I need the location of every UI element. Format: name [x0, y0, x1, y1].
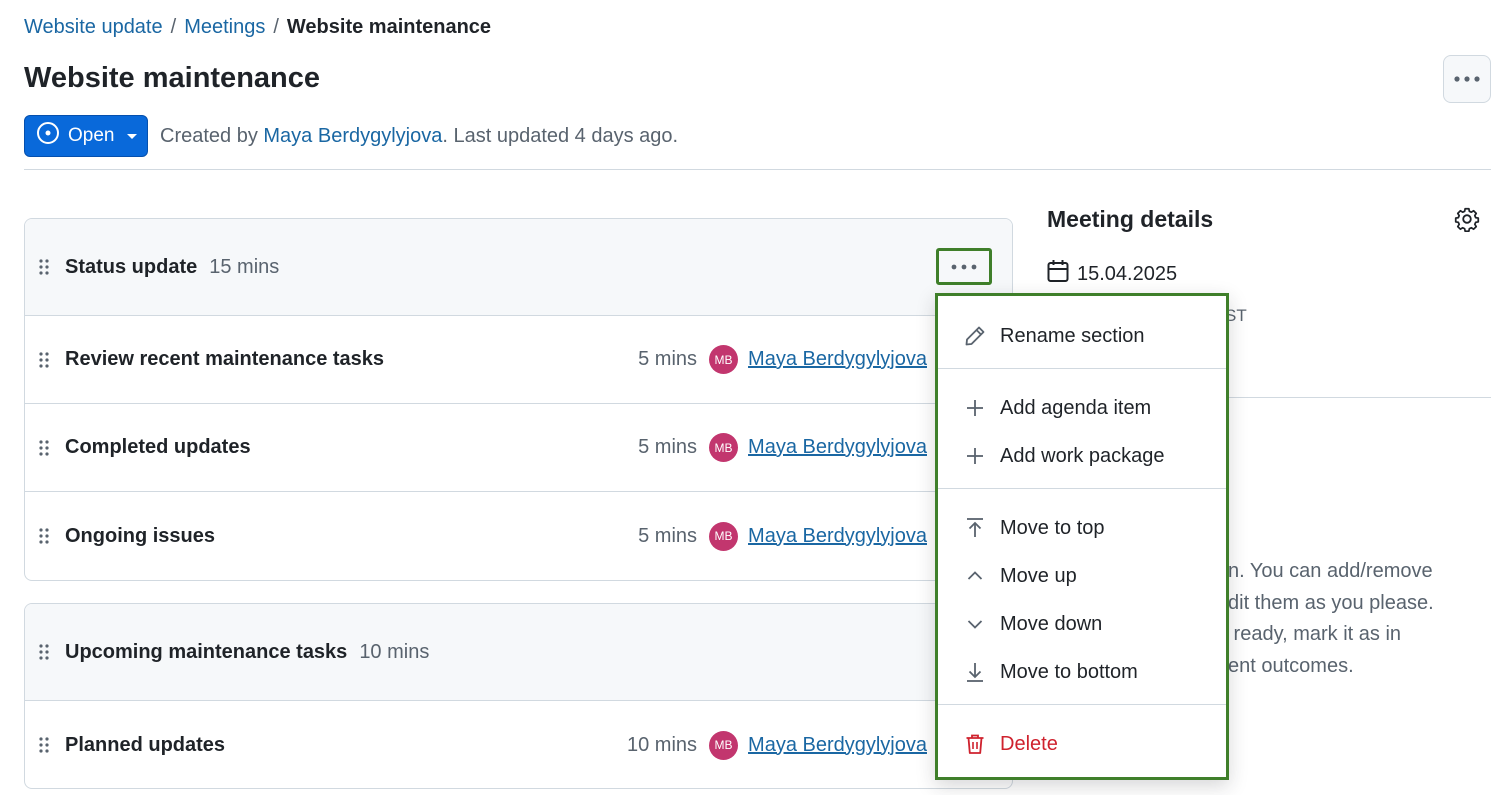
drag-handle-icon[interactable]	[35, 257, 53, 277]
header-divider	[24, 169, 1491, 170]
drag-handle-icon[interactable]	[35, 735, 53, 755]
agenda-item-duration: 5 mins	[638, 436, 698, 458]
caret-down-icon	[126, 125, 138, 147]
meta-prefix: Created by	[160, 125, 264, 147]
meeting-details-title: Meeting details	[1047, 206, 1214, 232]
breadcrumb-link-project[interactable]: Website update	[24, 16, 163, 39]
sidebar-help-text: n. You can add/remove dit them as you pl…	[1228, 560, 1434, 677]
section-actions-menu: Rename section Add agenda item Add work …	[935, 293, 1229, 780]
agenda-section: Status update 15 mins Review recent main…	[24, 218, 1013, 581]
agenda-item: Review recent maintenance tasks 5 mins M…	[25, 316, 1012, 404]
meeting-date-value: 15.04.2025	[1077, 262, 1178, 285]
agenda-item: Ongoing issues 5 mins MB Maya Berdygylyj…	[25, 492, 1012, 580]
presenter-link[interactable]: Maya Berdygylyjova	[748, 734, 927, 757]
author-link[interactable]: Maya Berdygylyjova	[263, 125, 442, 147]
move-to-top-icon	[964, 517, 986, 539]
presenter-link[interactable]: Maya Berdygylyjova	[748, 525, 927, 548]
menu-item-label: Move to top	[1000, 516, 1105, 539]
section-duration: 15 mins	[209, 255, 280, 278]
status-dropdown-button[interactable]: Open	[24, 115, 148, 157]
agenda-item-title: Planned updates	[65, 733, 226, 756]
chevron-up-icon	[964, 565, 986, 587]
menu-item-add-agenda-item[interactable]: Add agenda item	[938, 386, 1226, 430]
section-title: Upcoming maintenance tasks	[65, 640, 348, 663]
trash-icon	[964, 733, 986, 755]
calendar-icon	[1047, 259, 1069, 289]
pencil-icon	[964, 325, 986, 347]
menu-item-label: Add work package	[1000, 444, 1165, 467]
agenda-item-duration: 5 mins	[638, 524, 698, 547]
agenda-item-duration: 5 mins	[638, 348, 698, 370]
breadcrumb-separator: /	[273, 16, 279, 38]
menu-item-rename-section[interactable]: Rename section	[938, 314, 1226, 358]
avatar: MB	[709, 433, 739, 462]
gear-icon[interactable]	[1454, 206, 1480, 233]
drag-handle-icon[interactable]	[35, 642, 53, 662]
menu-item-move-to-top[interactable]: Move to top	[938, 506, 1226, 550]
menu-item-delete[interactable]: Delete	[938, 722, 1226, 766]
section-title: Status update	[65, 255, 198, 278]
menu-item-label: Move up	[1000, 564, 1077, 587]
menu-item-move-up[interactable]: Move up	[938, 554, 1226, 598]
chevron-down-icon	[964, 613, 986, 635]
breadcrumb-link-meetings[interactable]: Meetings	[184, 16, 265, 39]
section-header: Upcoming maintenance tasks 10 mins	[25, 604, 1012, 701]
issue-open-icon	[36, 121, 60, 151]
meeting-meta: Created by Maya Berdygylyjova. Last upda…	[160, 125, 678, 148]
drag-handle-icon[interactable]	[35, 526, 53, 546]
section-actions-button[interactable]	[936, 248, 992, 285]
avatar: MB	[709, 730, 739, 760]
breadcrumb-current: Website maintenance	[286, 16, 492, 38]
plus-icon	[964, 397, 986, 419]
agenda-section: Upcoming maintenance tasks 10 mins Plann…	[24, 603, 1013, 789]
drag-handle-icon[interactable]	[35, 350, 53, 370]
agenda-item: Completed updates 5 mins MB Maya Berdygy…	[25, 404, 1012, 492]
menu-item-label: Rename section	[1000, 324, 1145, 347]
section-duration: 10 mins	[359, 640, 430, 663]
breadcrumb: Website update / Meetings / Website main…	[24, 16, 491, 39]
menu-item-label: Move down	[1000, 612, 1103, 635]
menu-item-label: Delete	[1000, 732, 1058, 755]
page-title: Website maintenance	[24, 62, 321, 94]
menu-item-label: Add agenda item	[1000, 396, 1152, 419]
meeting-date: 15.04.2025	[1047, 259, 1177, 289]
move-to-bottom-icon	[964, 661, 986, 683]
more-horizontal-icon	[950, 258, 978, 276]
menu-item-label: Move to bottom	[1000, 660, 1138, 683]
menu-item-move-down[interactable]: Move down	[938, 602, 1226, 646]
presenter-link[interactable]: Maya Berdygylyjova	[748, 348, 927, 371]
menu-divider	[938, 704, 1226, 705]
section-header: Status update 15 mins	[25, 219, 1012, 316]
sidebar-divider	[1228, 397, 1491, 398]
menu-item-add-work-package[interactable]: Add work package	[938, 434, 1226, 478]
agenda-item-title: Review recent maintenance tasks	[65, 348, 385, 370]
agenda-item-duration: 10 mins	[627, 733, 698, 756]
agenda-item-title: Ongoing issues	[65, 524, 216, 547]
agenda-item: Planned updates 10 mins MB Maya Berdygyl…	[25, 701, 1012, 788]
menu-divider	[938, 488, 1226, 489]
avatar: MB	[709, 521, 739, 551]
menu-item-move-to-bottom[interactable]: Move to bottom	[938, 650, 1226, 694]
presenter-link[interactable]: Maya Berdygylyjova	[748, 436, 927, 459]
more-horizontal-icon	[1453, 70, 1481, 88]
agenda-item-title: Completed updates	[65, 436, 251, 458]
meta-suffix: . Last updated 4 days ago.	[442, 125, 679, 147]
status-label: Open	[68, 125, 115, 146]
menu-divider	[938, 368, 1226, 369]
plus-icon	[964, 445, 986, 467]
breadcrumb-separator: /	[170, 16, 177, 38]
page-more-button[interactable]	[1443, 55, 1491, 103]
avatar: MB	[709, 345, 739, 374]
drag-handle-icon[interactable]	[35, 438, 53, 458]
